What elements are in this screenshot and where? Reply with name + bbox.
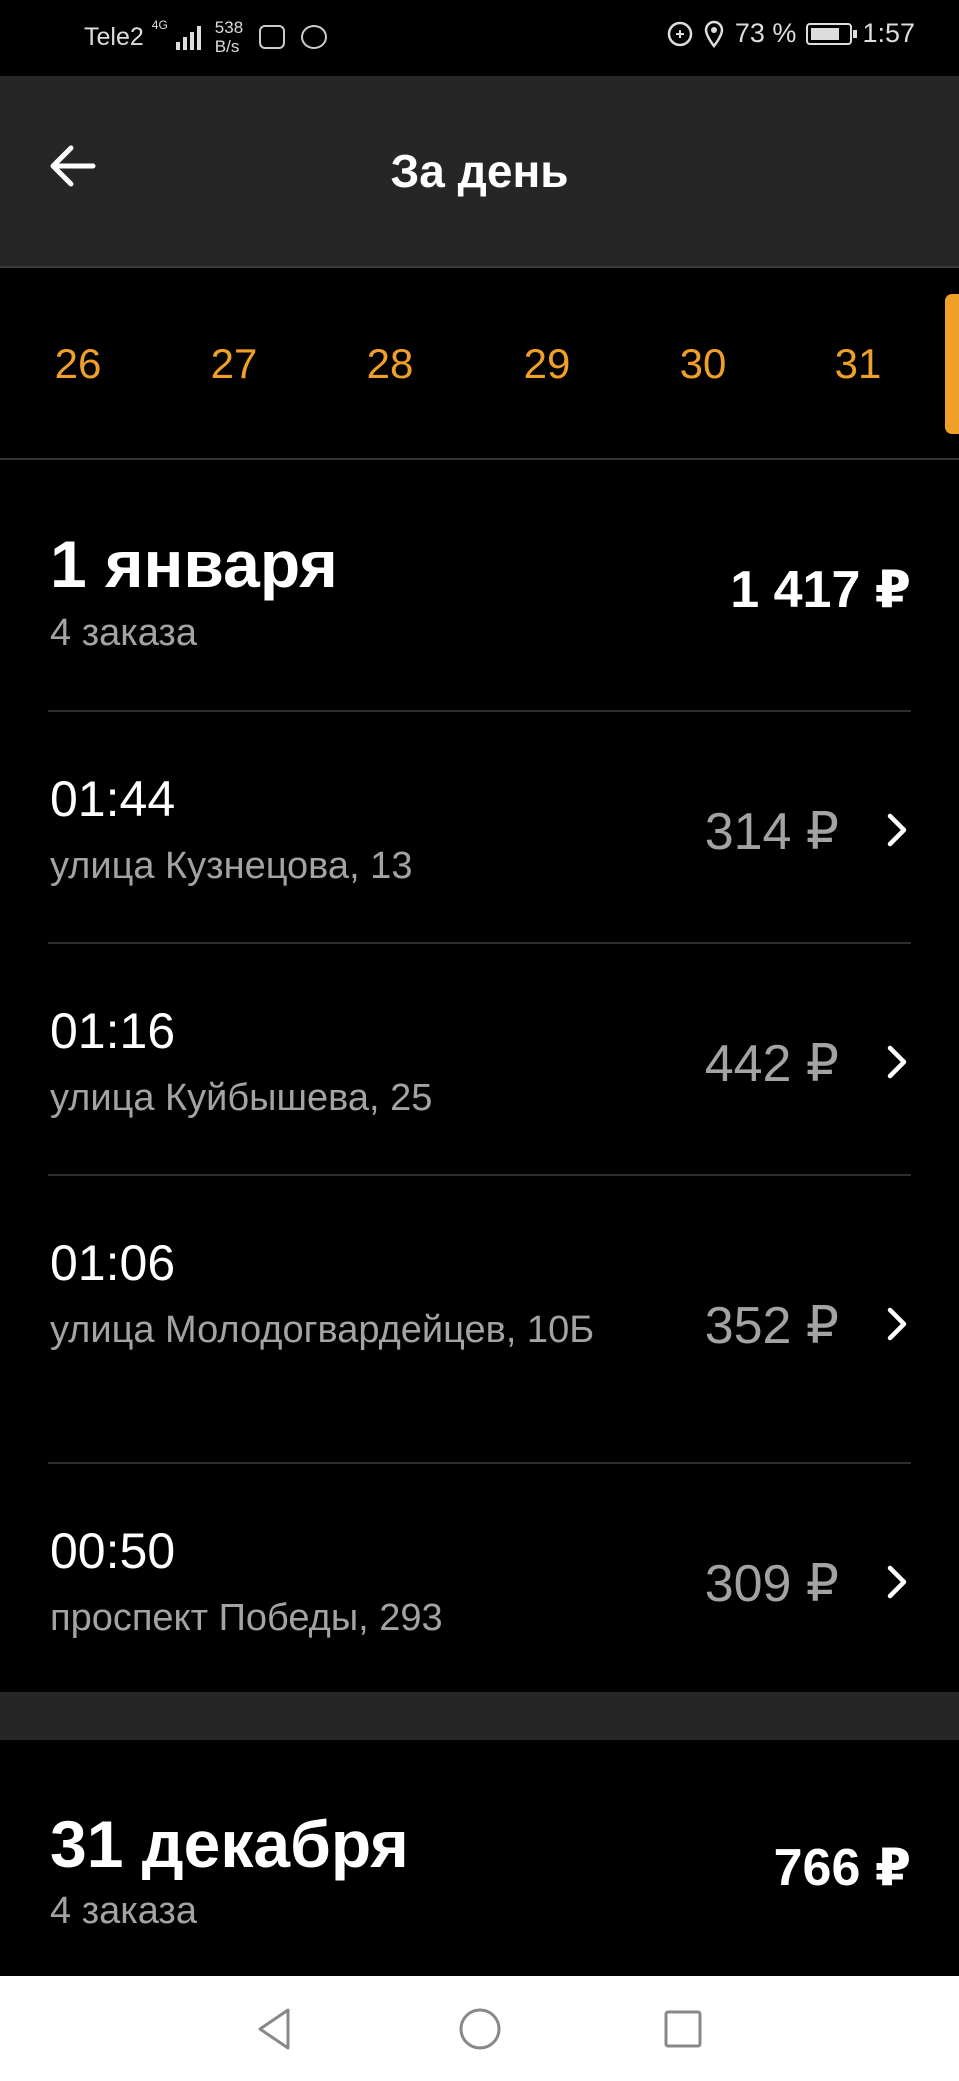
data-saver-icon [667, 21, 693, 46]
order-time: 01:06 [50, 1235, 176, 1291]
carrier-name: Tele2 [84, 22, 144, 51]
divider [48, 710, 911, 712]
location-icon [704, 20, 724, 48]
chevron-right-icon [887, 1045, 907, 1079]
page-title: За день [390, 145, 569, 197]
order-address: улица Молодогвардейцев, 10Б [50, 1309, 595, 1351]
taxi-app-icon [301, 25, 328, 49]
speed-value: 538 [214, 18, 244, 37]
battery-icon [806, 22, 858, 45]
day-summary: 1 января 4 заказа 1 417 ₽ [0, 460, 959, 710]
clock: 1:57 [862, 18, 915, 48]
section-separator [0, 1692, 959, 1740]
order-address: улица Куйбышева, 25 [50, 1077, 433, 1119]
day-tab[interactable]: 27 [194, 340, 274, 388]
nav-recents-icon[interactable] [658, 2004, 708, 2054]
order-row[interactable]: 01:44 улица Кузнецова, 13 314 ₽ [0, 710, 959, 942]
status-right: 73 % 1:57 [667, 18, 915, 49]
status-left: Tele2 4G 538 B/s [84, 18, 328, 56]
chevron-right-icon [887, 1307, 907, 1341]
system-nav-bar [0, 1976, 959, 2081]
day-tab[interactable]: 26 [38, 340, 118, 388]
status-bar: Tele2 4G 538 B/s 73 % 1:57 [0, 0, 959, 76]
order-count: 4 заказа [50, 1890, 197, 1932]
signal-icon [175, 24, 201, 50]
day-summary: 31 декабря 4 заказа 766 ₽ [0, 1740, 959, 1976]
order-address: проспект Победы, 293 [50, 1597, 443, 1639]
order-time: 01:44 [50, 771, 176, 827]
order-count: 4 заказа [50, 612, 197, 654]
day-date: 1 января [50, 527, 338, 601]
network-speed: 538 B/s [215, 18, 243, 56]
day-tab[interactable]: 28 [350, 340, 430, 388]
divider [48, 1462, 911, 1464]
selected-day-indicator [945, 294, 959, 434]
day-date: 31 декабря [50, 1807, 409, 1881]
order-time: 01:16 [50, 1003, 176, 1059]
nav-home-icon[interactable] [455, 2004, 505, 2054]
order-price: 352 ₽ [704, 1297, 839, 1355]
order-row[interactable]: 01:16 улица Куйбышева, 25 442 ₽ [0, 942, 959, 1174]
notification-icon [259, 25, 286, 49]
chevron-right-icon [887, 813, 907, 847]
network-type: 4G [151, 18, 168, 32]
chevron-right-icon [887, 1565, 907, 1599]
app-bar: За день [0, 76, 959, 268]
order-price: 442 ₽ [704, 1035, 839, 1093]
order-price: 314 ₽ [704, 803, 839, 861]
divider [48, 1174, 911, 1176]
nav-back-icon[interactable] [250, 2004, 300, 2054]
day-tab[interactable]: 31 [818, 340, 898, 388]
speed-unit: B/s [214, 37, 240, 56]
order-row[interactable]: 01:06 улица Молодогвардейцев, 10Б 352 ₽ [0, 1174, 959, 1462]
order-price: 309 ₽ [704, 1555, 839, 1613]
order-time: 00:50 [50, 1523, 176, 1579]
order-address: улица Кузнецова, 13 [50, 845, 413, 887]
day-tab[interactable]: 29 [507, 340, 587, 388]
battery-percent: 73 % [734, 18, 797, 48]
divider [48, 942, 911, 944]
day-selector[interactable]: 26 27 28 29 30 31 [0, 268, 959, 460]
day-total: 766 ₽ [773, 1839, 911, 1897]
order-row[interactable]: 00:50 проспект Победы, 293 309 ₽ [0, 1462, 959, 1692]
day-total: 1 417 ₽ [730, 561, 911, 619]
day-tab[interactable]: 30 [663, 340, 743, 388]
